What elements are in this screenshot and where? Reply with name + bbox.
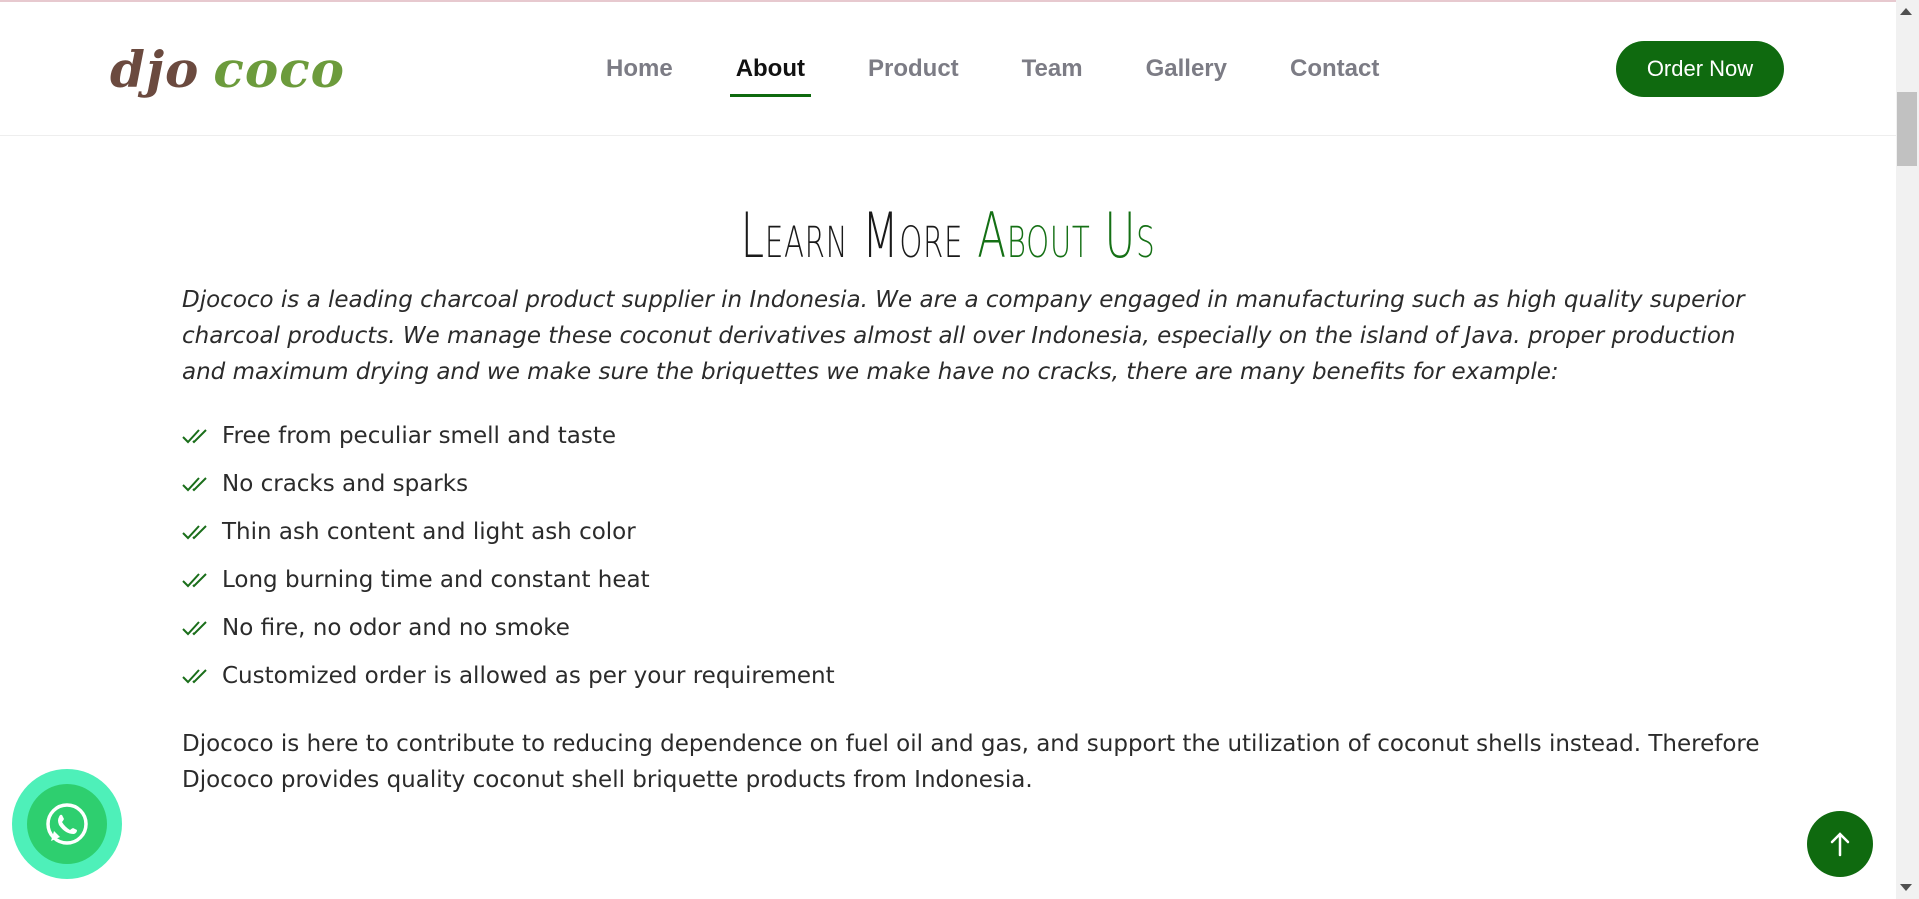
benefit-text: No cracks and sparks <box>222 471 469 497</box>
about-content: Djococo is a leading charcoal product su… <box>182 282 1782 798</box>
double-check-icon <box>182 621 207 636</box>
double-check-icon <box>182 669 207 684</box>
scroll-down-arrow-icon[interactable] <box>1900 884 1912 891</box>
benefit-item: Long burning time and constant heat <box>182 556 1782 604</box>
scroll-up-arrow-icon[interactable] <box>1900 8 1912 15</box>
benefit-text: Thin ash content and light ash color <box>222 519 636 545</box>
double-check-icon <box>182 477 207 492</box>
nav-team[interactable]: Team <box>1016 52 1089 97</box>
benefit-item: No fire, no odor and no smoke <box>182 604 1782 652</box>
logo-part-djo: djo <box>110 40 200 99</box>
title-learn-more: Learn More <box>740 199 964 273</box>
double-check-icon <box>182 429 207 444</box>
section-title: Learn More About Us <box>303 191 1592 281</box>
benefit-item: Thin ash content and light ash color <box>182 508 1782 556</box>
double-check-icon <box>182 573 207 588</box>
benefit-item: No cracks and sparks <box>182 460 1782 508</box>
whatsapp-button[interactable] <box>12 769 122 879</box>
about-intro: Djococo is a leading charcoal product su… <box>182 287 1745 385</box>
scrollbar-thumb[interactable] <box>1897 92 1917 166</box>
site-header: djo coco Home About Product Team Gallery … <box>0 2 1896 136</box>
double-check-icon <box>182 525 207 540</box>
about-outro: Djococo is here to contribute to reducin… <box>182 731 1760 793</box>
benefit-text: No fire, no odor and no smoke <box>222 615 570 641</box>
nav-contact[interactable]: Contact <box>1284 52 1385 97</box>
nav-home[interactable]: Home <box>600 52 679 97</box>
nav-gallery[interactable]: Gallery <box>1140 52 1233 97</box>
title-about-us: About Us <box>977 199 1156 273</box>
logo-part-coco: coco <box>213 40 345 99</box>
nav-about[interactable]: About <box>729 52 811 97</box>
benefit-item: Customized order is allowed as per your … <box>182 652 1782 700</box>
main-nav: Home About Product Team Gallery Contact <box>600 52 1436 97</box>
brand-logo[interactable]: djo coco <box>110 40 345 100</box>
benefits-list: Free from peculiar smell and taste No cr… <box>182 412 1782 700</box>
nav-product[interactable]: Product <box>862 52 965 97</box>
benefit-text: Free from peculiar smell and taste <box>222 423 617 449</box>
benefit-text: Customized order is allowed as per your … <box>222 663 835 689</box>
benefit-text: Long burning time and constant heat <box>222 567 650 593</box>
order-now-button[interactable]: Order Now <box>1616 41 1784 97</box>
whatsapp-icon <box>46 803 88 845</box>
back-to-top-button[interactable] <box>1807 811 1873 877</box>
benefit-item: Free from peculiar smell and taste <box>182 412 1782 460</box>
arrow-up-icon <box>1830 832 1850 857</box>
